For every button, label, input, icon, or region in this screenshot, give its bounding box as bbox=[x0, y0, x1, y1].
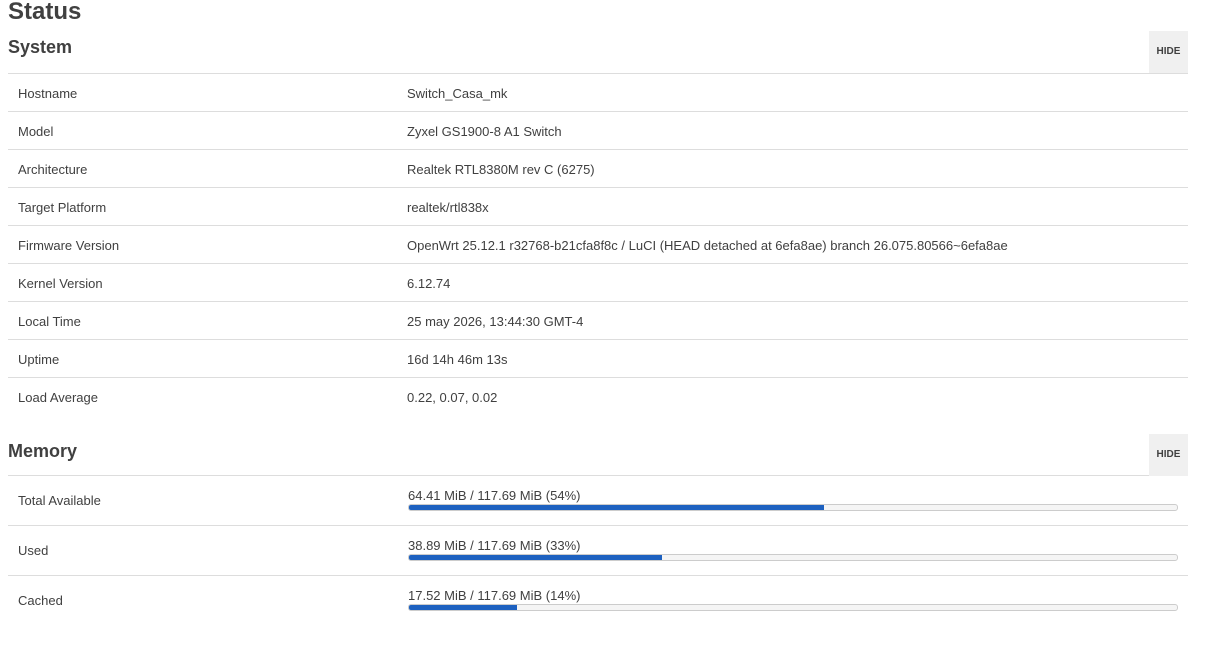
row-value: realtek/rtl838x bbox=[407, 200, 489, 215]
row-value: OpenWrt 25.12.1 r32768-b21cfa8f8c / LuCI… bbox=[407, 238, 1008, 253]
table-row-architecture: Architecture Realtek RTL8380M rev C (627… bbox=[8, 150, 1188, 188]
progress-bar bbox=[408, 604, 1178, 611]
row-label: Architecture bbox=[18, 162, 88, 177]
row-label: Kernel Version bbox=[18, 276, 103, 291]
row-label: Uptime bbox=[18, 352, 60, 367]
progress-bar-fill bbox=[409, 605, 517, 610]
progress-bar bbox=[408, 554, 1178, 561]
row-value: 0.22, 0.07, 0.02 bbox=[407, 390, 498, 405]
progress-text: 17.52 MiB / 117.69 MiB (14%) bbox=[408, 588, 581, 603]
row-label: Firmware Version bbox=[18, 238, 120, 253]
table-row-kernel-version: Kernel Version 6.12.74 bbox=[8, 264, 1188, 302]
row-label: Target Platform bbox=[18, 200, 107, 215]
system-section-title: System bbox=[8, 37, 73, 57]
table-row-local-time: Local Time 25 may 2026, 13:44:30 GMT-4 bbox=[8, 302, 1188, 340]
system-hide-button[interactable]: HIDE bbox=[1149, 31, 1188, 73]
progress-text: 64.41 MiB / 117.69 MiB (54%) bbox=[408, 488, 581, 503]
memory-hide-button[interactable]: HIDE bbox=[1149, 434, 1188, 476]
table-row-firmware-version: Firmware Version OpenWrt 25.12.1 r32768-… bbox=[8, 226, 1188, 264]
row-label: Hostname bbox=[18, 86, 78, 101]
memory-row-used: Used 38.89 MiB / 117.69 MiB (33%) bbox=[8, 526, 1188, 576]
row-value: 16d 14h 46m 13s bbox=[407, 352, 508, 367]
memory-row-cached: Cached 17.52 MiB / 117.69 MiB (14%) bbox=[8, 576, 1188, 625]
table-row-target-platform: Target Platform realtek/rtl838x bbox=[8, 188, 1188, 226]
memory-row-total-available: Total Available 64.41 MiB / 117.69 MiB (… bbox=[8, 476, 1188, 526]
row-value: Zyxel GS1900-8 A1 Switch bbox=[407, 124, 562, 139]
row-label: Local Time bbox=[18, 314, 81, 329]
memory-section-title: Memory bbox=[8, 441, 78, 461]
table-row-model: Model Zyxel GS1900-8 A1 Switch bbox=[8, 112, 1188, 150]
status-page: Status System HIDE Hostname Switch_Casa_… bbox=[0, 0, 1207, 646]
row-value: Switch_Casa_mk bbox=[407, 86, 508, 101]
row-value: Realtek RTL8380M rev C (6275) bbox=[407, 162, 595, 177]
page-title: Status bbox=[8, 0, 82, 25]
row-value: 25 may 2026, 13:44:30 GMT-4 bbox=[407, 314, 584, 329]
memory-section-header: Memory HIDE bbox=[8, 434, 1188, 476]
row-label: Cached bbox=[18, 593, 63, 608]
row-label: Model bbox=[18, 124, 54, 139]
progress-text: 38.89 MiB / 117.69 MiB (33%) bbox=[408, 538, 581, 553]
row-value: 6.12.74 bbox=[407, 276, 451, 291]
table-row-load-average: Load Average 0.22, 0.07, 0.02 bbox=[8, 378, 1188, 415]
table-row-hostname: Hostname Switch_Casa_mk bbox=[8, 74, 1188, 112]
row-label: Total Available bbox=[18, 493, 101, 508]
table-row-uptime: Uptime 16d 14h 46m 13s bbox=[8, 340, 1188, 378]
progress-bar-fill bbox=[409, 555, 663, 560]
progress-bar-fill bbox=[409, 505, 824, 510]
memory-section: Memory HIDE Total Available 64.41 MiB / … bbox=[8, 434, 1188, 625]
row-label: Load Average bbox=[18, 390, 98, 405]
row-label: Used bbox=[18, 543, 49, 558]
system-section: System HIDE Hostname Switch_Casa_mk Mode… bbox=[8, 31, 1188, 415]
progress-bar bbox=[408, 504, 1178, 511]
system-section-header: System HIDE bbox=[8, 31, 1188, 74]
